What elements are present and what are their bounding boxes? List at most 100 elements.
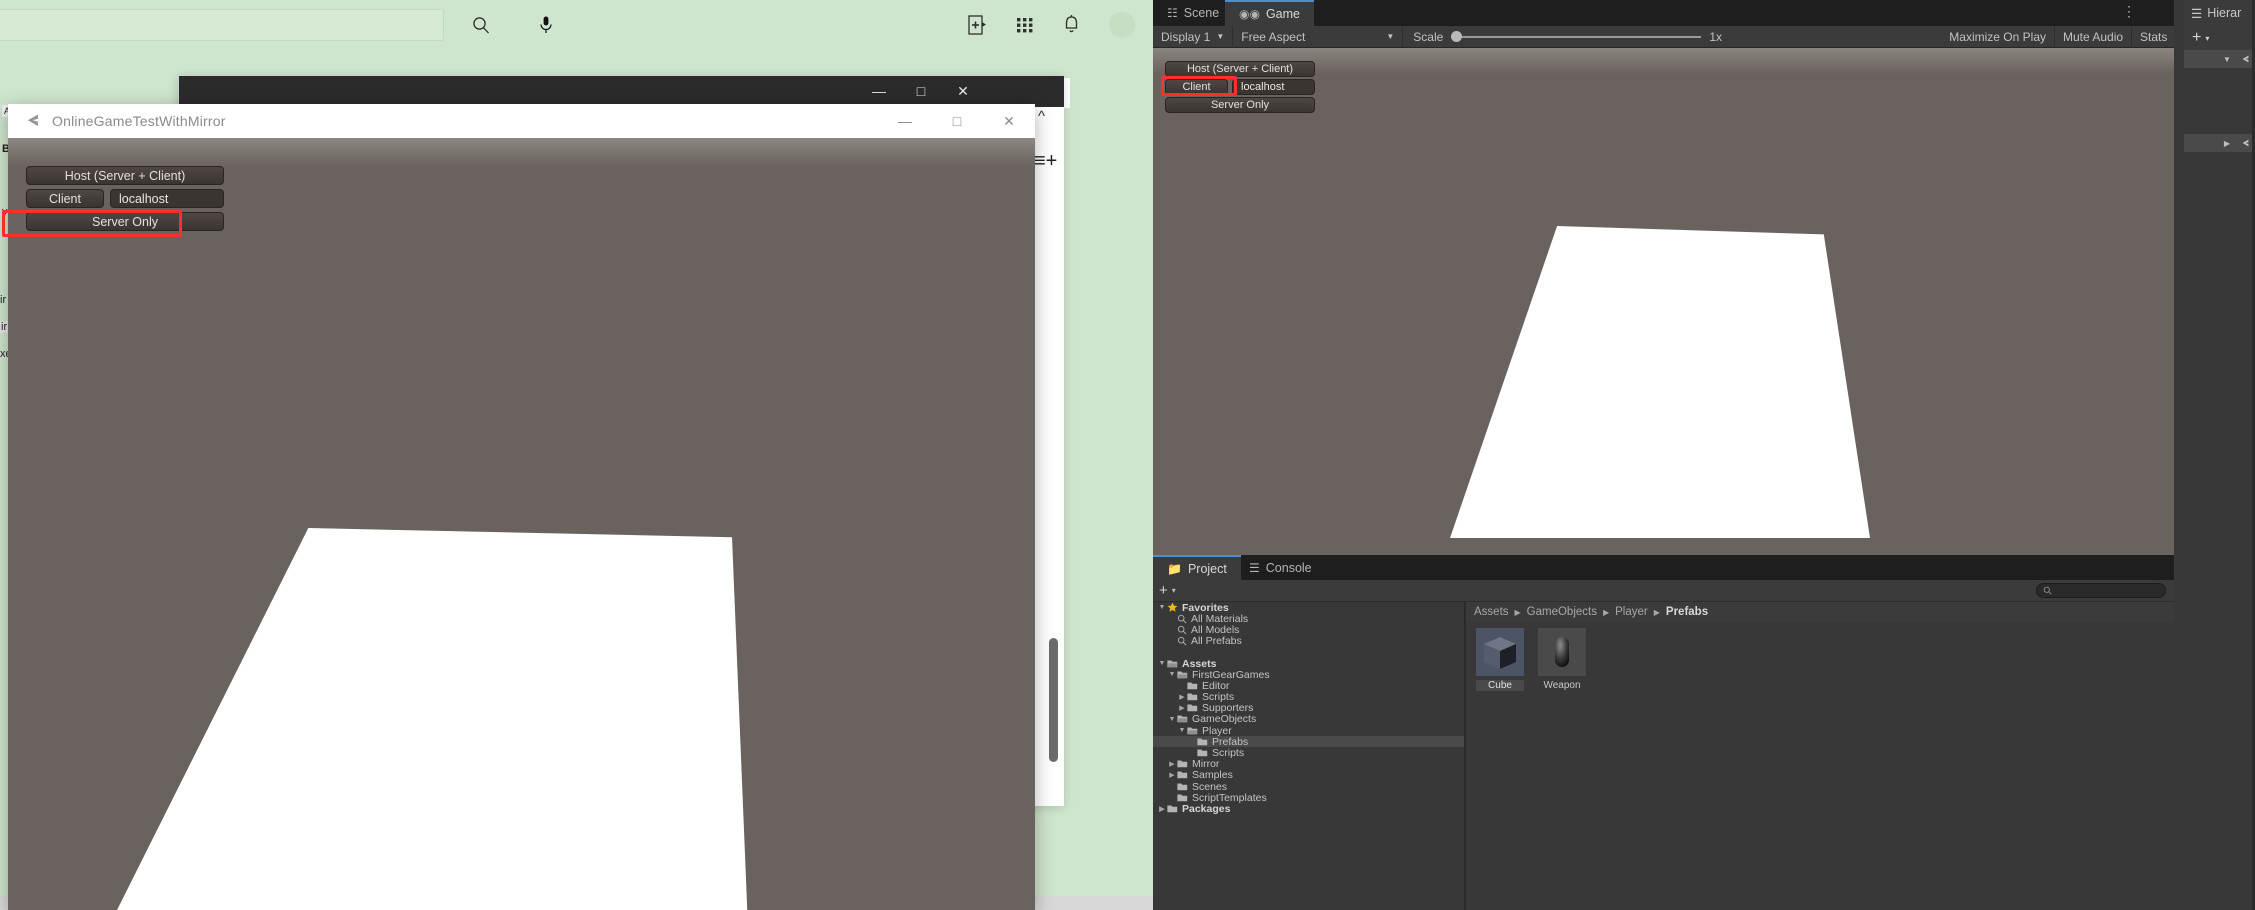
breadcrumb-item-gameobjects[interactable]: GameObjects: [1527, 606, 1597, 618]
project-add-button[interactable]: +: [1159, 582, 1168, 599]
editor-server-address-input[interactable]: localhost: [1232, 79, 1315, 95]
triangle-down-icon[interactable]: ▼: [1167, 716, 1177, 723]
tree-item-label: Editor: [1202, 679, 1230, 692]
triangle-down-icon[interactable]: ▼: [1157, 604, 1167, 611]
triangle-right-icon[interactable]: ▶: [1157, 805, 1167, 813]
middle-window-scrollbar-thumb[interactable]: [1049, 638, 1058, 762]
display-dropdown[interactable]: Display 1 ▼: [1153, 25, 1234, 48]
hierarchy-add-button[interactable]: +: [2192, 29, 2201, 47]
tree-item-all-prefabs[interactable]: All Prefabs: [1153, 635, 1464, 647]
tree-item-all-materials[interactable]: All Materials: [1153, 613, 1464, 625]
tree-item-packages[interactable]: ▶ Packages: [1153, 803, 1464, 815]
capsule-thumbnail[interactable]: [1538, 628, 1586, 676]
asset-item[interactable]: Weapon: [1538, 628, 1586, 691]
mute-audio-button[interactable]: Mute Audio: [2055, 25, 2133, 48]
game-maximize-button[interactable]: □: [931, 104, 983, 138]
folder-icon: [1177, 793, 1188, 803]
editor-server-only-button[interactable]: Server Only: [1165, 97, 1315, 113]
tree-item-scenes[interactable]: Scenes: [1153, 780, 1464, 793]
game-minimize-button[interactable]: —: [879, 104, 931, 138]
hierarchy-row-child[interactable]: ▶: [2184, 134, 2255, 152]
tree-item-gameobjects[interactable]: ▼ GameObjects: [1153, 713, 1464, 725]
asset-grid[interactable]: Cube Weapon: [1476, 628, 1586, 691]
host-button[interactable]: Host (Server + Client): [26, 166, 224, 185]
editor-host-button[interactable]: Host (Server + Client): [1165, 61, 1315, 77]
triangle-right-icon[interactable]: ▶: [1177, 693, 1187, 701]
triangle-down-icon[interactable]: ▼: [1177, 727, 1187, 734]
breadcrumb[interactable]: Assets ▶ GameObjects ▶ Player ▶ Prefabs: [1466, 602, 2174, 622]
game-close-button[interactable]: ✕: [983, 104, 1035, 138]
triangle-down-icon[interactable]: ▼: [1167, 671, 1177, 678]
tree-item-label: Scenes: [1192, 780, 1228, 793]
tree-item-assets[interactable]: ▼ Assets: [1153, 658, 1464, 670]
tab-console[interactable]: ☰ Console: [1235, 555, 1326, 580]
tree-item-scripts[interactable]: Scripts: [1153, 747, 1464, 759]
project-search-input[interactable]: [2036, 583, 2166, 598]
cube-thumbnail[interactable]: [1476, 628, 1524, 676]
triangle-down-icon[interactable]: ▼: [2222, 55, 2232, 64]
middle-close-button[interactable]: ✕: [942, 80, 984, 102]
game-view-toolbar: Display 1 ▼ Free Aspect ▼ Scale 1x Maxim…: [1153, 25, 2255, 48]
server-only-button[interactable]: Server Only: [26, 212, 224, 231]
triangle-right-icon[interactable]: ▶: [1167, 771, 1177, 779]
breadcrumb-item-player[interactable]: Player: [1615, 606, 1648, 618]
tree-item-firstgeargames[interactable]: ▼ FirstGearGames: [1153, 669, 1464, 681]
stats-button[interactable]: Stats: [2132, 25, 2177, 48]
game-window-controls: — □ ✕: [879, 104, 1035, 138]
breadcrumb-separator-icon: ▶: [1514, 607, 1521, 617]
gamepad-icon: ◉◉: [1239, 7, 1260, 21]
game-window-canvas: Host (Server + Client) Client localhost …: [8, 138, 1035, 910]
client-button[interactable]: Client: [26, 189, 104, 208]
tree-item-scripts[interactable]: ▶ Scripts: [1153, 691, 1464, 703]
triangle-down-icon[interactable]: ▼: [1157, 660, 1167, 667]
tab-project[interactable]: 📁 Project: [1153, 555, 1241, 580]
search-icon[interactable]: [472, 16, 490, 34]
tree-item-scripttemplates[interactable]: ScriptTemplates: [1153, 792, 1464, 804]
tree-item-editor[interactable]: Editor: [1153, 679, 1464, 692]
breadcrumb-item-prefabs[interactable]: Prefabs: [1666, 606, 1708, 618]
scale-slider-group[interactable]: Scale 1x: [1403, 30, 1732, 44]
triangle-right-icon[interactable]: ▶: [1167, 760, 1177, 768]
tree-item-mirror[interactable]: ▶ Mirror: [1153, 758, 1464, 770]
unity-scene-icon: [2238, 137, 2251, 150]
apps-grid-icon[interactable]: [1015, 14, 1034, 36]
hierarchy-tab[interactable]: ☰ Hierar: [2184, 0, 2255, 26]
project-tree[interactable]: ▼ Favorites All Materials All Models All Pre…: [1153, 602, 1464, 910]
chevron-up-icon[interactable]: ^: [1038, 108, 1045, 125]
chevron-down-icon: ▼: [1386, 32, 1395, 41]
tree-item-favorites[interactable]: ▼ Favorites: [1153, 602, 1464, 614]
breadcrumb-item-assets[interactable]: Assets: [1474, 606, 1509, 618]
middle-maximize-button[interactable]: □: [900, 80, 942, 102]
search-input[interactable]: [0, 9, 444, 41]
chevron-down-icon[interactable]: ▾: [1172, 586, 1176, 595]
tree-item-supporters[interactable]: ▶ Supporters: [1153, 702, 1464, 714]
bell-icon[interactable]: [1062, 14, 1081, 36]
chevron-down-icon[interactable]: ▾: [2205, 34, 2209, 43]
server-address-input[interactable]: localhost: [110, 189, 224, 208]
tab-scene[interactable]: ☷ Scene: [1153, 0, 1233, 26]
tree-item-all-models[interactable]: All Models: [1153, 624, 1464, 636]
fragment-y: y: [2, 206, 8, 218]
scale-slider-knob[interactable]: [1451, 30, 1463, 42]
aspect-dropdown[interactable]: Free Aspect ▼: [1233, 25, 1404, 48]
maximize-on-play-button[interactable]: Maximize On Play: [1941, 25, 2055, 48]
scale-slider[interactable]: [1451, 30, 1702, 42]
tree-item-player[interactable]: ▼ Player: [1153, 725, 1464, 737]
avatar[interactable]: [1109, 12, 1135, 38]
hierarchy-row-scene[interactable]: ▼: [2184, 50, 2255, 68]
tree-item-prefabs[interactable]: Prefabs: [1153, 736, 1464, 748]
tab-game[interactable]: ◉◉ Game: [1225, 0, 1314, 26]
triangle-right-icon[interactable]: ▶: [1177, 704, 1187, 712]
editor-client-button[interactable]: Client: [1165, 79, 1228, 95]
menu-plus-icon[interactable]: ≡+: [1034, 150, 1057, 173]
standalone-game-window[interactable]: OnlineGameTestWithMirror — □ ✕ Host (Ser…: [8, 104, 1035, 910]
kebab-menu-icon[interactable]: ⋮: [2122, 3, 2137, 20]
asset-item[interactable]: Cube: [1476, 628, 1524, 691]
middle-minimize-button[interactable]: —: [858, 80, 900, 102]
game-view-render[interactable]: Host (Server + Client) Client localhost …: [1153, 48, 2174, 555]
triangle-right-icon[interactable]: ▶: [2222, 139, 2232, 148]
tree-item-samples[interactable]: ▶ Samples: [1153, 769, 1464, 781]
game-window-titlebar[interactable]: OnlineGameTestWithMirror — □ ✕: [8, 104, 1035, 138]
microphone-icon[interactable]: [538, 15, 554, 35]
add-shortcut-icon[interactable]: [968, 14, 987, 36]
